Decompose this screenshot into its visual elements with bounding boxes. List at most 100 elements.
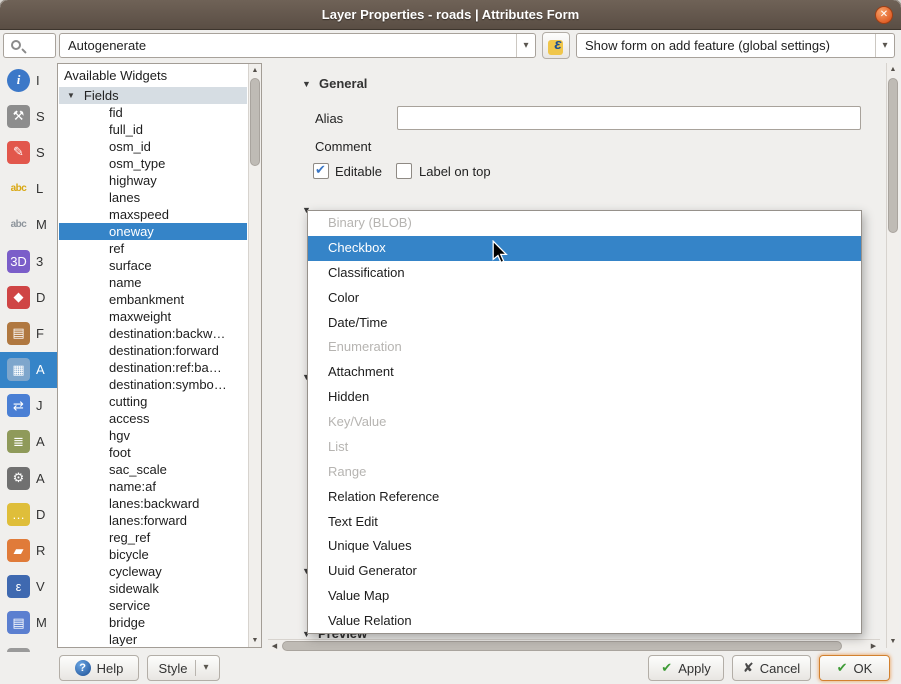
form-area-scrollbar-thumb[interactable] xyxy=(888,78,898,233)
layer-field[interactable]: layer xyxy=(59,631,247,646)
range-option[interactable]: Range xyxy=(308,460,861,485)
tab-label: A xyxy=(36,434,45,449)
relation-reference-option[interactable]: Relation Reference xyxy=(308,485,861,510)
dependencies-tab[interactable]: ≣ D xyxy=(0,641,57,652)
variables-tab[interactable]: ε V xyxy=(0,569,57,605)
highway-field[interactable]: highway xyxy=(59,172,247,189)
surface-field[interactable]: surface xyxy=(59,257,247,274)
general-section-expand-icon[interactable]: ▼ xyxy=(302,79,311,89)
enumeration-option[interactable]: Enumeration xyxy=(308,335,861,360)
tab-label: 3 xyxy=(36,254,43,269)
3d-view-tab[interactable]: 3D 3 xyxy=(0,243,57,279)
embankment-field[interactable]: embankment xyxy=(59,291,247,308)
diagrams-icon: ◆ xyxy=(7,286,30,309)
layer-properties-dialog: Layer Properties - roads | Attributes Fo… xyxy=(0,0,901,684)
apply-button[interactable]: ✔ Apply xyxy=(648,655,724,681)
sac-scale-field[interactable]: sac_scale xyxy=(59,461,247,478)
list-option[interactable]: List xyxy=(308,435,861,460)
date-time-option[interactable]: Date/Time xyxy=(308,311,861,336)
ok-button[interactable]: ✔ OK xyxy=(819,655,890,681)
full-id-field[interactable]: full_id xyxy=(59,121,247,138)
ref-field[interactable]: ref xyxy=(59,240,247,257)
bicycle-field[interactable]: bicycle xyxy=(59,546,247,563)
lanes-backward-field[interactable]: lanes:backward xyxy=(59,495,247,512)
help-button[interactable]: ? Help xyxy=(59,655,139,681)
oneway-field[interactable]: oneway xyxy=(59,223,247,240)
hgv-field[interactable]: hgv xyxy=(59,427,247,444)
joins-tab[interactable]: ⇄ J xyxy=(0,388,57,424)
search-input[interactable] xyxy=(3,33,56,58)
name-field[interactable]: name xyxy=(59,274,247,291)
osm-type-field[interactable]: osm_type xyxy=(59,155,247,172)
destination-backw-field[interactable]: destination:backw… xyxy=(59,325,247,342)
form-area-hscrollbar-thumb[interactable] xyxy=(282,641,842,651)
source-tab[interactable]: ⚒ S xyxy=(0,98,57,134)
diagrams-tab[interactable]: ◆ D xyxy=(0,279,57,315)
attachment-option[interactable]: Attachment xyxy=(308,360,861,385)
tab-label: D xyxy=(36,507,45,522)
scroll-down-icon[interactable]: ▼ xyxy=(249,634,261,647)
labels-tab[interactable]: abc L xyxy=(0,171,57,207)
unique-values-option[interactable]: Unique Values xyxy=(308,534,861,559)
bridge-field[interactable]: bridge xyxy=(59,614,247,631)
access-field[interactable]: access xyxy=(59,410,247,427)
hidden-option[interactable]: Hidden xyxy=(308,385,861,410)
binary-blob-option[interactable]: Binary (BLOB) xyxy=(308,211,861,236)
reg-ref-field[interactable]: reg_ref xyxy=(59,529,247,546)
alias-input[interactable] xyxy=(397,106,861,130)
form-layout-dropdown[interactable]: Autogenerate ▾ xyxy=(59,33,536,58)
classification-option[interactable]: Classification xyxy=(308,261,861,286)
name-af-field[interactable]: name:af xyxy=(59,478,247,495)
value-relation-option[interactable]: Value Relation xyxy=(308,609,861,634)
color-option[interactable]: Color xyxy=(308,286,861,311)
key-value-option[interactable]: Key/Value xyxy=(308,410,861,435)
close-button[interactable]: ✕ xyxy=(875,6,893,24)
available-widgets-panel: Available Widgets ▼ Fields fid full_id o… xyxy=(57,63,262,648)
actions-tab[interactable]: ⚙ A xyxy=(0,460,57,496)
tree-scrollbar[interactable]: ▲ ▼ xyxy=(248,64,261,647)
cutting-field[interactable]: cutting xyxy=(59,393,247,410)
metadata-tab[interactable]: ▤ M xyxy=(0,605,57,641)
lanes-forward-field[interactable]: lanes:forward xyxy=(59,512,247,529)
information-tab[interactable]: i I xyxy=(0,62,57,98)
label-on-top-checkbox[interactable] xyxy=(396,163,412,179)
editable-checkbox[interactable] xyxy=(313,163,329,179)
scroll-down-icon[interactable]: ▼ xyxy=(887,635,899,648)
titlebar[interactable]: Layer Properties - roads | Attributes Fo… xyxy=(0,0,901,30)
maxspeed-field[interactable]: maxspeed xyxy=(59,206,247,223)
tree-scrollbar-thumb[interactable] xyxy=(250,78,260,166)
checkbox-option[interactable]: Checkbox xyxy=(308,236,861,261)
maxweight-field[interactable]: maxweight xyxy=(59,308,247,325)
symbology-tab[interactable]: ✎ S xyxy=(0,134,57,170)
destination-symbo-field[interactable]: destination:symbo… xyxy=(59,376,247,393)
display-tab[interactable]: … D xyxy=(0,496,57,532)
uuid-generator-option[interactable]: Uuid Generator xyxy=(308,559,861,584)
destination-ref-ba-field[interactable]: destination:ref:ba… xyxy=(59,359,247,376)
text-edit-option[interactable]: Text Edit xyxy=(308,510,861,535)
style-button[interactable]: Style ▾ xyxy=(147,655,220,681)
service-field[interactable]: service xyxy=(59,597,247,614)
fields-tab[interactable]: ▤ F xyxy=(0,315,57,351)
scroll-up-icon[interactable]: ▲ xyxy=(887,63,899,76)
scroll-up-icon[interactable]: ▲ xyxy=(249,64,261,77)
tree-node-fields[interactable]: ▼ Fields xyxy=(59,87,247,104)
scroll-left-icon[interactable]: ◀ xyxy=(268,640,281,652)
foot-field[interactable]: foot xyxy=(59,444,247,461)
show-form-dropdown[interactable]: Show form on add feature (global setting… xyxy=(576,33,895,58)
value-map-option[interactable]: Value Map xyxy=(308,584,861,609)
tree-expand-icon[interactable]: ▼ xyxy=(67,91,75,100)
fid-field[interactable]: fid xyxy=(59,104,247,121)
sidewalk-field[interactable]: sidewalk xyxy=(59,580,247,597)
auxiliary-storage-tab[interactable]: ≣ A xyxy=(0,424,57,460)
destination-forward-field[interactable]: destination:forward xyxy=(59,342,247,359)
scroll-right-icon[interactable]: ▶ xyxy=(867,640,880,652)
form-area-scrollbar[interactable]: ▲ ▼ xyxy=(886,63,899,648)
cycleway-field[interactable]: cycleway xyxy=(59,563,247,580)
masks-tab[interactable]: abc M xyxy=(0,207,57,243)
attributes-form-tab[interactable]: ▦ A xyxy=(0,352,57,388)
lanes-field[interactable]: lanes xyxy=(59,189,247,206)
cancel-button[interactable]: ✘ Cancel xyxy=(732,655,811,681)
rendering-tab[interactable]: ▰ R xyxy=(0,532,57,568)
osm-id-field[interactable]: osm_id xyxy=(59,138,247,155)
form-init-settings-button[interactable]: ε xyxy=(542,32,570,59)
